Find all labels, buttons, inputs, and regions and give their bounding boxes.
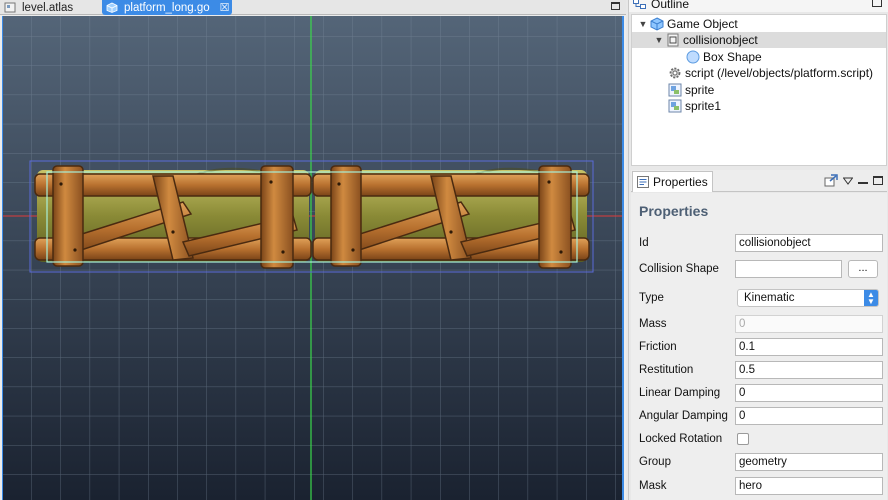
property-row-collision-shape: Collision Shape ... [631,260,887,280]
game-object-icon [106,2,118,13]
view-menu-icon[interactable] [843,177,853,185]
side-panels: Outline ▼ Game Object ▼ collisionobject … [628,0,888,500]
group-field[interactable]: geometry [735,453,883,471]
tab-label: Properties [653,175,708,189]
panel-toolbar [824,174,883,187]
tab-label: Outline [651,0,690,11]
collision-shape-field[interactable] [735,260,842,278]
property-row-restitution: Restitution 0.5 [631,361,887,381]
property-label: Mass [639,318,667,330]
gear-icon [669,67,681,79]
tree-item-label: script (/level/objects/platform.script) [685,66,874,80]
tree-item-label: Game Object [667,17,738,31]
property-row-linear-damping: Linear Damping 0 [631,384,887,404]
editor-tab-bar: level.atlas platform_long.go ☒ [0,0,626,15]
properties-icon [637,176,649,188]
property-label: Type [639,292,664,304]
property-label: Id [639,237,649,249]
tree-item-sprite1[interactable]: sprite1 [632,98,886,114]
minimize-icon[interactable] [858,181,868,184]
outline-panel-header: Outline [629,0,888,12]
outline-tree: ▼ Game Object ▼ collisionobject Box Shap… [631,14,887,166]
mass-field: 0 [735,315,883,333]
atlas-file-icon [4,2,16,13]
expand-arrow-icon[interactable]: ▼ [638,19,648,29]
tree-item-game-object[interactable]: ▼ Game Object [632,16,886,32]
locked-rotation-checkbox[interactable] [737,433,749,445]
game-object-icon [650,17,664,31]
maximize-icon[interactable] [872,0,882,7]
tab-outline[interactable]: Outline [633,0,689,11]
scene-editor: level.atlas platform_long.go ☒ [0,0,626,500]
property-label: Group [639,456,671,468]
outline-icon [633,0,646,9]
property-label: Angular Damping [639,410,728,422]
maximize-icon[interactable] [611,2,620,10]
mask-field[interactable]: hero [735,477,883,495]
type-select-value: Kinematic [744,292,795,304]
shape-icon [686,50,700,64]
property-row-friction: Friction 0.1 [631,338,887,358]
tab-label: platform_long.go [124,1,210,14]
friction-field[interactable]: 0.1 [735,338,883,356]
restitution-field[interactable]: 0.5 [735,361,883,379]
tree-item-label: collisionobject [683,33,758,47]
properties-body: Properties Id collisionobject Collision … [631,193,887,500]
property-label: Mask [639,480,667,492]
tree-item-label: Box Shape [703,50,762,64]
tab-level-atlas[interactable]: level.atlas [0,0,100,15]
scene-viewport[interactable] [2,16,624,500]
collision-object-icon [667,33,679,47]
tree-item-sprite[interactable]: sprite [632,82,886,98]
property-label: Linear Damping [639,387,721,399]
property-label: Restitution [639,364,694,376]
properties-panel-header: Properties [631,170,887,192]
expand-arrow-icon[interactable]: ▼ [654,35,664,45]
properties-title: Properties [639,203,709,219]
browse-button[interactable]: ... [848,260,878,278]
property-row-group: Group geometry [631,453,887,473]
tree-item-collisionobject[interactable]: ▼ collisionobject [632,32,886,48]
property-row-locked-rotation: Locked Rotation [631,430,887,450]
tree-item-label: sprite [685,83,715,97]
id-field[interactable]: collisionobject [735,234,883,252]
property-row-angular-damping: Angular Damping 0 [631,407,887,427]
scene-canvas [3,16,622,500]
close-icon[interactable]: ☒ [220,1,230,15]
property-row-mass: Mass 0 [631,315,887,335]
tree-item-label: sprite1 [685,99,722,113]
property-label: Locked Rotation [639,433,723,445]
tree-item-script[interactable]: script (/level/objects/platform.script) [632,65,886,81]
property-row-id: Id collisionobject [631,234,887,254]
property-row-mask: Mask hero [631,477,887,497]
tab-properties[interactable]: Properties [632,171,713,192]
angular-damping-field[interactable]: 0 [735,407,883,425]
app-window: level.atlas platform_long.go ☒ Outline ▼… [0,0,888,500]
property-label: Collision Shape [639,263,719,275]
select-arrows-icon: ▲ ▼ [864,290,878,306]
tab-platform-long-go[interactable]: platform_long.go ☒ [102,0,232,15]
sprite-icon [668,83,682,97]
property-row-type: Type Kinematic ▲ ▼ [631,289,887,309]
pin-icon[interactable] [824,174,838,187]
maximize-icon[interactable] [873,176,883,185]
tab-label: level.atlas [22,1,74,14]
tree-item-box-shape[interactable]: Box Shape [632,49,886,65]
property-label: Friction [639,341,677,353]
linear-damping-field[interactable]: 0 [735,384,883,402]
sprite-icon [668,99,682,113]
type-select[interactable]: Kinematic ▲ ▼ [737,289,879,307]
